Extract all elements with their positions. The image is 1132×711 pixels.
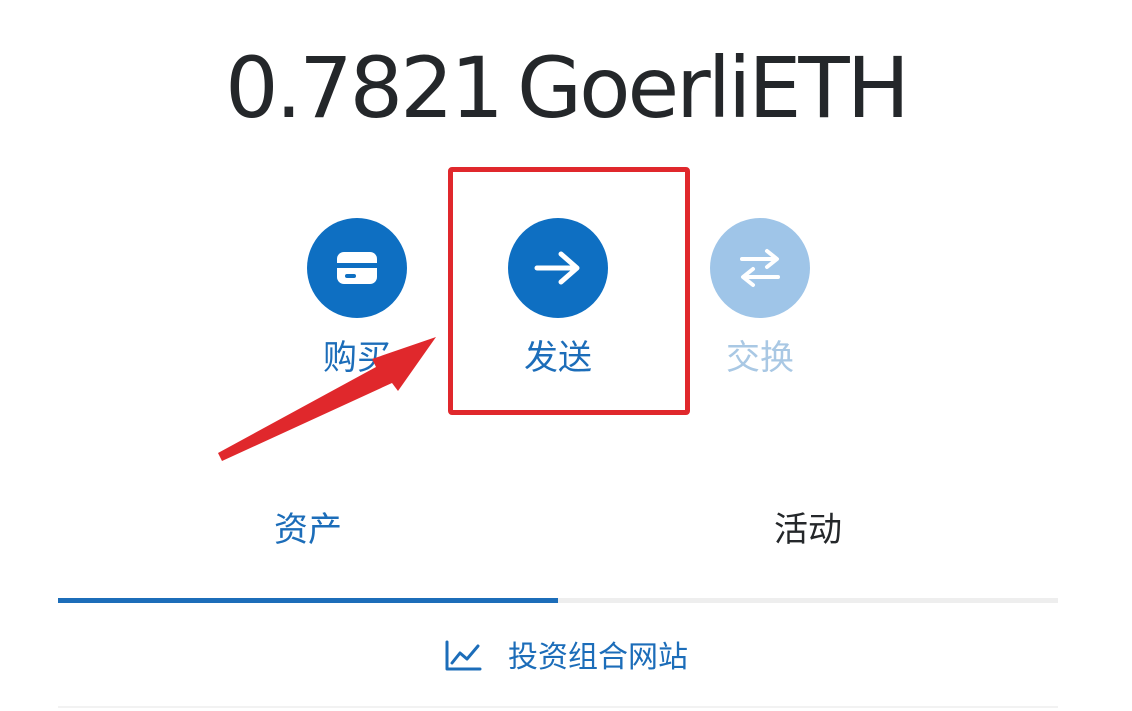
swap-circle[interactable] [710,218,810,318]
swap-button[interactable]: 交换 [680,218,840,378]
line-chart-icon [445,640,482,670]
buy-circle[interactable] [307,218,407,318]
wallet-page: 0.7821 GoerliETH 购买 发送 交换 资产 活动 投资组合网站 [0,0,1132,711]
tab-active-indicator [58,598,558,603]
divider [58,706,1058,708]
portfolio-label: 投资组合网站 [508,640,688,675]
annotation-arrow-icon [218,337,436,461]
swap-label: 交换 [726,338,794,378]
tab-assets[interactable]: 资产 [58,490,558,600]
annotation-highlight-box [448,167,690,415]
tab-activity[interactable]: 活动 [558,490,1058,600]
swap-arrows-icon [740,249,780,287]
tab-bar: 资产 活动 [58,490,1058,610]
action-bar: 购买 发送 交换 [0,0,1132,461]
card-icon [337,252,377,284]
portfolio-link[interactable]: 投资组合网站 [0,630,1132,686]
